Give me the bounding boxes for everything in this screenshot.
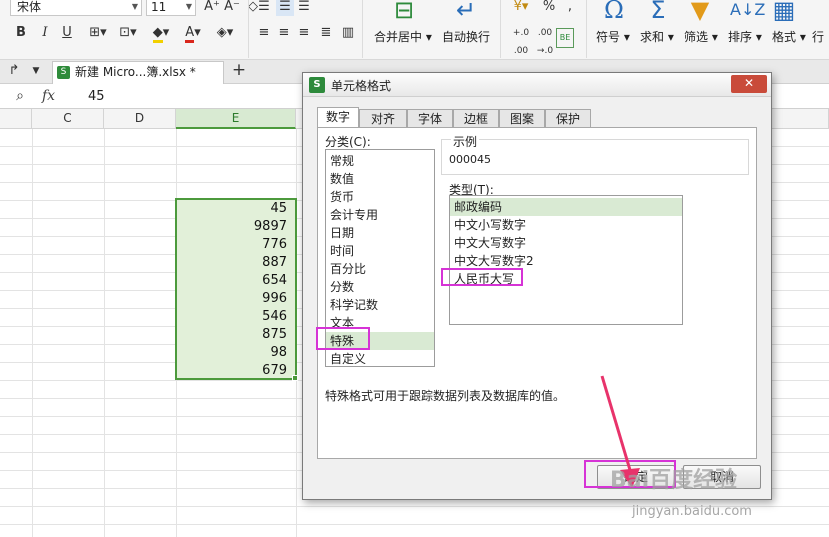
- pointer-arrow-icon: [600, 375, 640, 488]
- watermark-url: jingyan.baidu.com: [632, 504, 752, 519]
- baidu-watermark: Bai百度经验: [610, 468, 738, 493]
